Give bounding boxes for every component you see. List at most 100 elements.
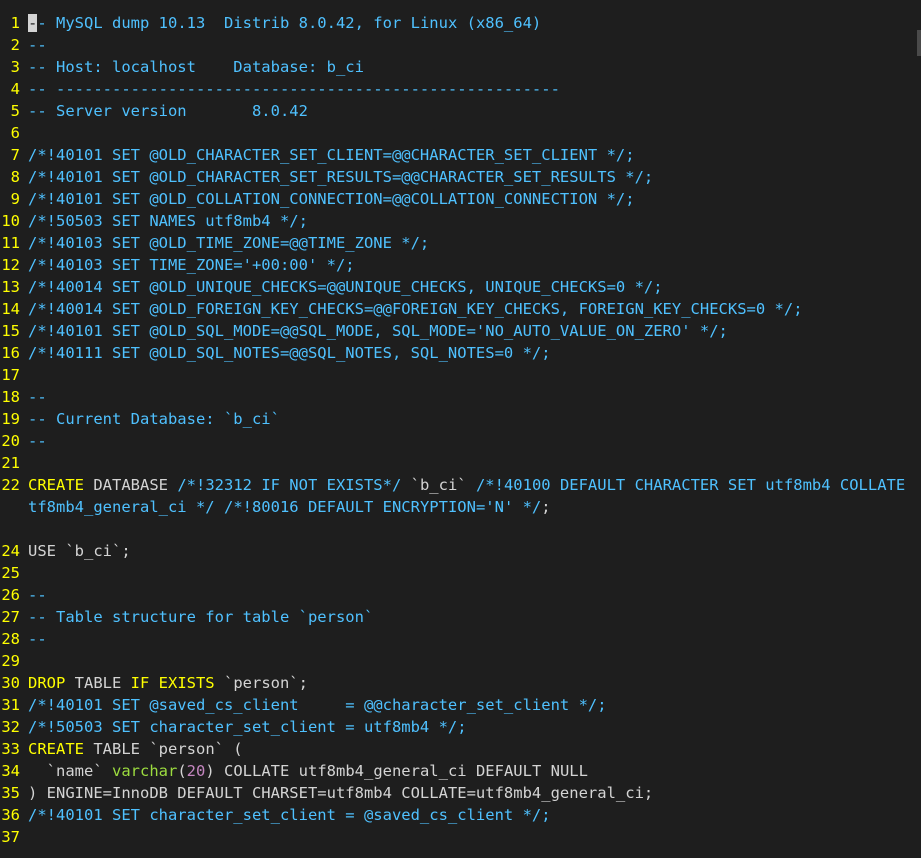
line-number: 3: [10, 58, 20, 76]
line-number: 33: [1, 740, 20, 758]
code-text: --: [28, 584, 47, 606]
line-number: 7: [10, 146, 20, 164]
code-text: /*!50503 SET NAMES utf8mb4 */;: [28, 210, 308, 232]
line-number: 27: [1, 608, 20, 626]
code-token: /*!32312 IF NOT EXISTS*/: [177, 476, 402, 494]
code-text: /*!40101 SET @OLD_CHARACTER_SET_CLIENT=@…: [28, 144, 635, 166]
code-token: /*!40014 SET @OLD_UNIQUE_CHECKS=@@UNIQUE…: [28, 278, 663, 296]
code-token: -- Server version 8.0.42: [28, 102, 308, 120]
code-text: -- Host: localhost Database: b_ci: [28, 56, 364, 78]
code-text: /*!40103 SET TIME_ZONE='+00:00' */;: [28, 254, 355, 276]
vertical-scrollbar[interactable]: [915, 0, 921, 858]
code-text: --: [28, 430, 47, 452]
code-text: CREATE DATABASE /*!32312 IF NOT EXISTS*/…: [28, 474, 921, 496]
code-token: varchar: [112, 762, 178, 780]
code-token: -- -------------------------------------…: [28, 80, 560, 98]
line-number: 16: [1, 344, 20, 362]
code-text: /*!50503 SET character_set_client = utf8…: [28, 716, 467, 738]
code-text: --: [28, 386, 47, 408]
code-text: /*!40014 SET @OLD_FOREIGN_KEY_CHECKS=@@F…: [28, 298, 803, 320]
code-editor[interactable]: 1 -- MySQL dump 10.13 Distrib 8.0.42, for…: [0, 0, 921, 858]
code-token: CREATE: [28, 476, 84, 494]
code-token: ;: [541, 498, 551, 516]
code-token: /*!40111 SET @OLD_SQL_NOTES=@@SQL_NOTES,…: [28, 344, 551, 362]
code-text: ) ENGINE=InnoDB DEFAULT CHARSET=utf8mb4 …: [28, 782, 653, 804]
code-text: /*!40101 SET @OLD_SQL_MODE=@@SQL_MODE, S…: [28, 320, 728, 342]
line-number: 2: [10, 36, 20, 54]
code-text: -- MySQL dump 10.13 Distrib 8.0.42, for …: [28, 12, 541, 34]
line-number: 11: [1, 234, 20, 252]
line-number: 4: [10, 80, 20, 98]
code-token: `person`;: [214, 674, 308, 692]
code-token: /*!40101 SET character_set_client = @sav…: [28, 806, 551, 824]
line-number: 34: [1, 762, 20, 780]
line-number: 14: [1, 300, 20, 318]
code-text: USE `b_ci`;: [28, 540, 131, 562]
code-token: ) ENGINE=InnoDB DEFAULT CHARSET=utf8mb4 …: [28, 784, 654, 802]
code-text: `name` varchar(20) COLLATE utf8mb4_gener…: [28, 760, 588, 782]
code-text: --: [28, 628, 47, 650]
line-number: 29: [1, 652, 20, 670]
code-token: /*!40014 SET @OLD_FOREIGN_KEY_CHECKS=@@F…: [28, 300, 803, 318]
line-number: 22: [1, 476, 20, 494]
line-number: 17: [1, 366, 20, 384]
code-token: -- Table structure for table `person`: [28, 608, 374, 626]
line-number: 5: [10, 102, 20, 120]
line-number: 21: [1, 454, 20, 472]
code-token: /*!50503 SET NAMES utf8mb4 */;: [28, 212, 308, 230]
code-text: DROP TABLE IF EXISTS `person`;: [28, 672, 308, 694]
code-text: /*!40101 SET @OLD_CHARACTER_SET_RESULTS=…: [28, 166, 653, 188]
code-token: /*!40103 SET TIME_ZONE='+00:00' */;: [28, 256, 355, 274]
code-token: ) COLLATE utf8mb4_general_ci DEFAULT NUL…: [205, 762, 588, 780]
code-text: /*!40101 SET @OLD_COLLATION_CONNECTION=@…: [28, 188, 635, 210]
code-token: USE `b_ci`;: [28, 542, 131, 560]
code-token: -: [28, 14, 38, 32]
scroll-thumb[interactable]: [917, 30, 921, 56]
code-token: -- Current Database: `b_ci`: [28, 410, 280, 428]
code-text: -- -------------------------------------…: [28, 78, 560, 100]
line-number: 37: [1, 828, 20, 846]
code-token: /*!80016 DEFAULT ENCRYPTION='N' */: [223, 498, 542, 516]
code-text: /*!40101 SET @saved_cs_client = @@charac…: [28, 694, 607, 716]
code-token: 20: [186, 762, 206, 780]
line-number: 1: [10, 14, 20, 32]
code-token: --: [28, 586, 47, 604]
line-number: 13: [1, 278, 20, 296]
code-token: TABLE `person` (: [84, 740, 243, 758]
line-number: 10: [1, 212, 20, 230]
code-text: -- Table structure for table `person`: [28, 606, 373, 628]
code-token: /*!40101 SET @OLD_SQL_MODE=@@SQL_MODE, S…: [28, 322, 728, 340]
code-text: tf8mb4_general_ci */ /*!80016 DEFAULT EN…: [28, 496, 551, 518]
line-number: 32: [1, 718, 20, 736]
code-token: TABLE: [65, 674, 131, 692]
code-token: CREATE: [28, 740, 84, 758]
line-number: 8: [10, 168, 20, 186]
line-number: 26: [1, 586, 20, 604]
code-token: -- Host: localhost Database: b_ci: [28, 58, 364, 76]
line-number: 18: [1, 388, 20, 406]
code-token: --: [28, 388, 47, 406]
code-token: /*!40103 SET @OLD_TIME_ZONE=@@TIME_ZONE …: [28, 234, 430, 252]
code-text: /*!40111 SET @OLD_SQL_NOTES=@@SQL_NOTES,…: [28, 342, 551, 364]
line-number: 36: [1, 806, 20, 824]
line-number: 25: [1, 564, 20, 582]
code-text: /*!40101 SET character_set_client = @sav…: [28, 804, 551, 826]
line-number: 24: [1, 542, 20, 560]
code-text: /*!40014 SET @OLD_UNIQUE_CHECKS=@@UNIQUE…: [28, 276, 663, 298]
line-number: 28: [1, 630, 20, 648]
code-token: /*!50503 SET character_set_client = utf8…: [28, 718, 467, 736]
line-number: 6: [10, 124, 20, 142]
code-token: --: [28, 630, 47, 648]
code-token: --: [28, 432, 47, 450]
line-number: 9: [10, 190, 20, 208]
code-token: /*!40101 SET @saved_cs_client = @@charac…: [28, 696, 607, 714]
line-number: 30: [1, 674, 20, 692]
line-number: 15: [1, 322, 20, 340]
code-token: --: [28, 36, 47, 54]
code-token: IF EXISTS: [130, 674, 215, 692]
code-text: --: [28, 34, 47, 56]
code-text: -- Server version 8.0.42: [28, 100, 308, 122]
code-token: tf8mb4_general_ci */: [28, 498, 215, 516]
line-number: 12: [1, 256, 20, 274]
